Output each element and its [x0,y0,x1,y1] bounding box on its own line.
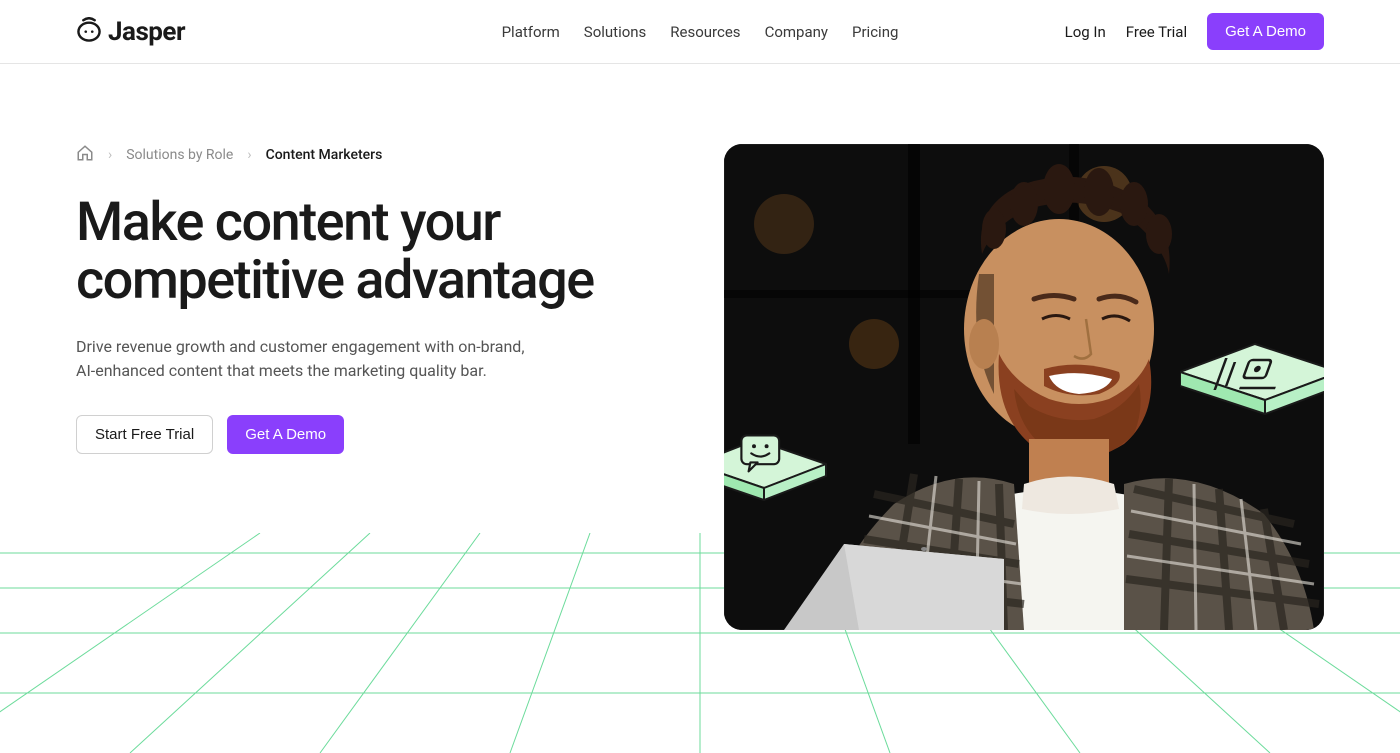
breadcrumb-parent[interactable]: Solutions by Role [126,147,233,163]
chat-smiley-badge-icon [724,424,834,534]
breadcrumb: › Solutions by Role › Content Marketers [76,144,636,166]
get-demo-button[interactable]: Get A Demo [1207,13,1324,50]
nav-resources[interactable]: Resources [670,23,740,41]
breadcrumb-current: Content Marketers [266,147,383,163]
main-content: › Solutions by Role › Content Marketers … [0,64,1400,630]
site-header: Jasper Platform Solutions Resources Comp… [0,0,1400,64]
nav-platform[interactable]: Platform [502,23,560,41]
main-nav: Platform Solutions Resources Company Pri… [502,23,899,41]
logo-text: Jasper [108,17,185,47]
layout-panel-badge-icon [1180,324,1324,454]
get-demo-button-hero[interactable]: Get A Demo [227,415,344,454]
nav-pricing[interactable]: Pricing [852,23,898,41]
logo[interactable]: Jasper [76,17,185,47]
chevron-right-icon: › [247,147,251,163]
cta-row: Start Free Trial Get A Demo [76,415,636,454]
hero-text-column: › Solutions by Role › Content Marketers … [76,144,636,630]
header-right: Log In Free Trial Get A Demo [1065,13,1324,50]
free-trial-link[interactable]: Free Trial [1126,23,1187,41]
page-title: Make content your competitive advantage [76,194,636,311]
hero-subtitle: Drive revenue growth and customer engage… [76,335,536,383]
start-free-trial-button[interactable]: Start Free Trial [76,415,213,454]
breadcrumb-home[interactable] [76,144,94,166]
nav-company[interactable]: Company [765,23,828,41]
hero-image-column [676,144,1324,630]
chevron-right-icon: › [108,147,112,163]
login-link[interactable]: Log In [1065,23,1106,41]
logo-icon [76,17,102,47]
hero-image [724,144,1324,630]
nav-solutions[interactable]: Solutions [584,23,647,41]
